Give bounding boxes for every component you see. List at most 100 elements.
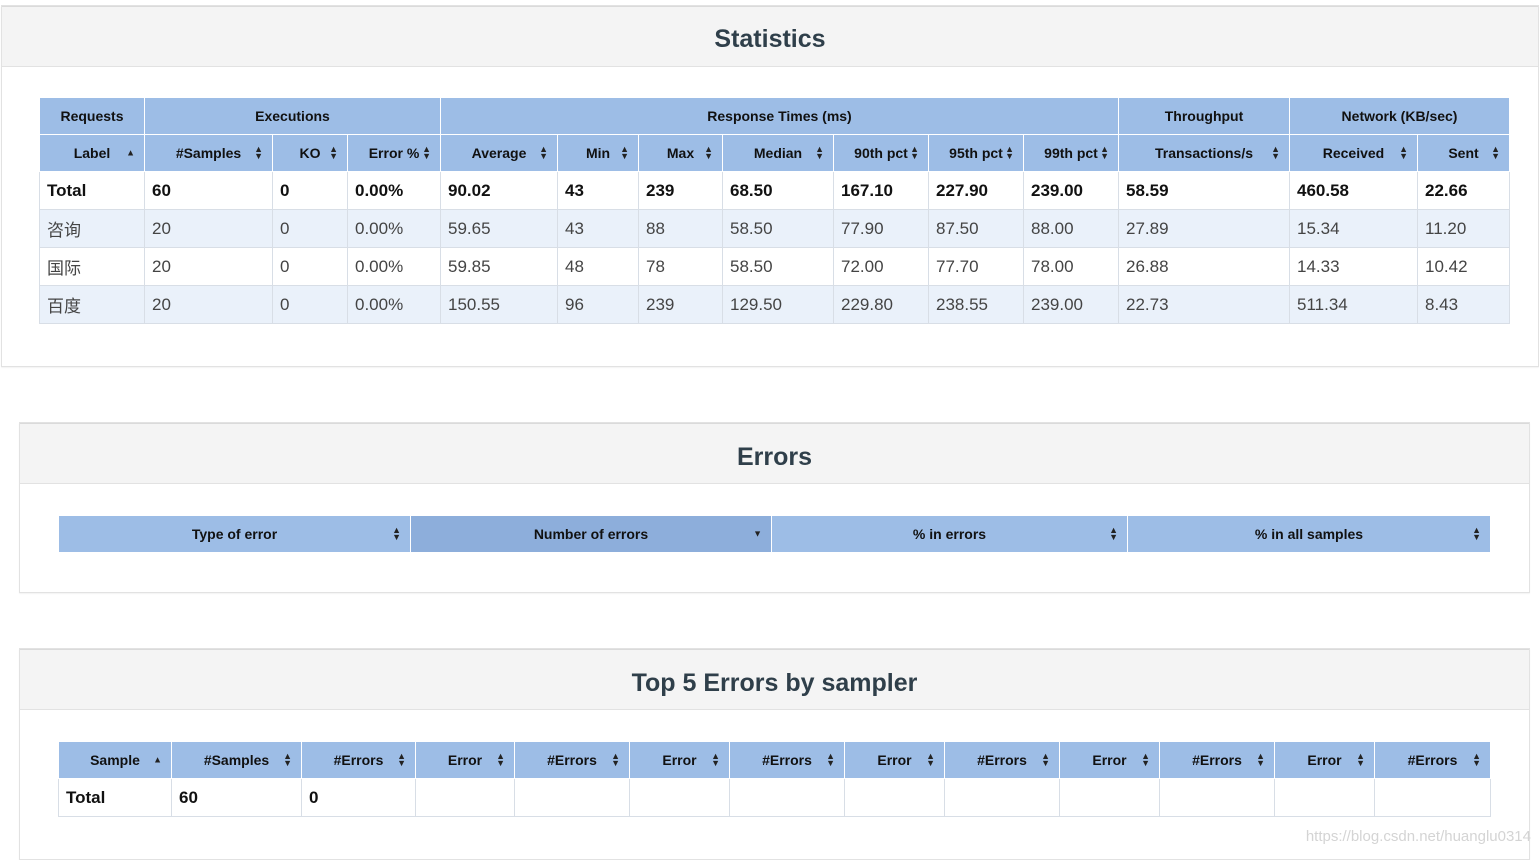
top5-cell [629, 778, 730, 817]
stats-cell: 8.43 [1416, 285, 1511, 324]
stats-cell: 239 [638, 285, 723, 324]
top5-header-error[interactable]: Error ▲ ▼ [1059, 741, 1160, 779]
stats-cell: 咨询 [39, 209, 145, 248]
stats-cell: 10.42 [1416, 247, 1511, 286]
sort-both-icon: ▲ ▼ [392, 525, 401, 542]
stats-cell: 22.73 [1118, 285, 1290, 324]
errors-header-in-all-samples[interactable]: % in all samples ▲ ▼ [1127, 515, 1491, 553]
stats-cell: 87.50 [928, 209, 1024, 248]
stats-header-samples[interactable]: #Samples ▲ ▼ [144, 134, 273, 172]
stats-header-label: Median [753, 145, 803, 161]
stats-header-ko[interactable]: KO ▲ ▼ [272, 134, 348, 172]
stats-header-label: Max [666, 145, 695, 161]
sort-both-icon: ▲ ▼ [1141, 751, 1150, 768]
top5-header-label: Error [447, 752, 483, 768]
top5-header-error[interactable]: Error ▲ ▼ [1274, 741, 1375, 779]
sort-both-icon: ▲ ▼ [620, 144, 629, 161]
stats-header-label[interactable]: Label ▲ [39, 134, 145, 172]
stats-cell: 88 [638, 209, 723, 248]
top5-header-error[interactable]: Error ▲ ▼ [629, 741, 730, 779]
top5-header-sample[interactable]: Sample ▲ [58, 741, 172, 779]
top5-header-error[interactable]: Error ▲ ▼ [415, 741, 515, 779]
stats-cell: 百度 [39, 285, 145, 324]
top5-header-label: Sample [90, 752, 140, 768]
errors-header-in-errors[interactable]: % in errors ▲ ▼ [771, 515, 1128, 553]
stats-cell: 0 [272, 285, 348, 324]
top5-cell [1159, 778, 1275, 817]
top5-cell: 0 [301, 778, 416, 817]
stats-cell: 43 [557, 209, 639, 248]
stats-header-min[interactable]: Min ▲ ▼ [557, 134, 639, 172]
table-row: Total 60 0 [58, 778, 1491, 817]
stats-cell: 511.34 [1289, 285, 1418, 324]
top5-cell [1374, 778, 1491, 817]
sort-both-icon: ▲ ▼ [1005, 144, 1014, 161]
top5-header-label: #Errors [333, 752, 384, 768]
stats-cell: 0.00% [347, 209, 441, 248]
top5-header-label: Error [1092, 752, 1127, 768]
table-row: 国际 20 0 0.00% 59.85 48 78 58.50 72.00 77.70 78.00 2… [39, 247, 1511, 286]
stats-header-95th-pct[interactable]: 95th pct ▲ ▼ [928, 134, 1024, 172]
sort-both-icon: ▲ ▼ [1399, 144, 1408, 161]
errors-header-type-of-error[interactable]: Type of error ▲ ▼ [58, 515, 411, 553]
stats-cell: 59.85 [440, 247, 558, 286]
top5-title: Top 5 Errors by sampler [20, 649, 1529, 710]
top5-header-error[interactable]: Error ▲ ▼ [844, 741, 945, 779]
stats-cell: 239.00 [1023, 285, 1119, 324]
stats-header-max[interactable]: Max ▲ ▼ [638, 134, 723, 172]
stats-cell: 0 [272, 247, 348, 286]
group-requests: Requests [39, 97, 145, 135]
stats-header-sent[interactable]: Sent ▲ ▼ [1416, 134, 1511, 172]
stats-cell: 460.58 [1289, 171, 1418, 210]
stats-header-error[interactable]: Error % ▲ ▼ [347, 134, 441, 172]
top5-header-errors[interactable]: #Errors ▲ ▼ [1374, 741, 1491, 779]
stats-cell: 58.50 [722, 247, 834, 286]
top5-header-label: Error [877, 752, 912, 768]
stats-cell: 60 [144, 171, 273, 210]
stats-header-99th-pct[interactable]: 99th pct ▲ ▼ [1023, 134, 1119, 172]
stats-cell: 72.00 [833, 247, 929, 286]
stats-cell: 78.00 [1023, 247, 1119, 286]
stats-cell: 国际 [39, 247, 145, 286]
stats-header-label: 95th pct [949, 145, 1003, 161]
stats-header-label: Average [471, 145, 527, 161]
stats-header-received[interactable]: Received ▲ ▼ [1289, 134, 1418, 172]
top5-header-errors[interactable]: #Errors ▲ ▼ [1159, 741, 1275, 779]
sort-both-icon: ▲ ▼ [704, 144, 713, 161]
errors-panel: Errors [19, 422, 1530, 593]
group-throughput: Throughput [1118, 97, 1290, 135]
top5-header-errors[interactable]: #Errors ▲ ▼ [301, 741, 416, 779]
sort-both-icon: ▲ ▼ [1472, 525, 1481, 542]
top5-cell: 60 [171, 778, 302, 817]
statistics-title: Statistics [2, 6, 1538, 67]
top5-header-errors[interactable]: #Errors ▲ ▼ [944, 741, 1060, 779]
sort-both-icon: ▲ ▼ [1356, 751, 1365, 768]
stats-cell: 90.02 [440, 171, 558, 210]
sort-desc-icon: ▼ [753, 528, 762, 539]
stats-header-median[interactable]: Median ▲ ▼ [722, 134, 834, 172]
stats-header-label: 99th pct [1044, 145, 1098, 161]
stats-header-average[interactable]: Average ▲ ▼ [440, 134, 558, 172]
top5-header-errors[interactable]: #Errors ▲ ▼ [514, 741, 630, 779]
sort-both-icon: ▲ ▼ [1256, 751, 1265, 768]
sort-both-icon: ▲ ▼ [826, 751, 835, 768]
errors-header-number-of-errors[interactable]: Number of errors ▼ [410, 515, 772, 553]
stats-cell: 150.55 [440, 285, 558, 324]
top5-cell [729, 778, 845, 817]
top5-header-samples[interactable]: #Samples ▲ ▼ [171, 741, 302, 779]
stats-cell: 129.50 [722, 285, 834, 324]
top5-header-errors[interactable]: #Errors ▲ ▼ [729, 741, 845, 779]
statistics-table: Requests Executions Response Times (ms) … [39, 97, 1511, 324]
sort-both-icon: ▲ ▼ [926, 751, 935, 768]
sort-both-icon: ▲ ▼ [711, 751, 720, 768]
stats-header-90th-pct[interactable]: 90th pct ▲ ▼ [833, 134, 929, 172]
stats-cell: 0.00% [347, 171, 441, 210]
top5-cell [1059, 778, 1160, 817]
stats-header-label: 90th pct [854, 145, 908, 161]
top5-header-label: #Errors [547, 752, 597, 768]
stats-header-label: Min [585, 145, 611, 161]
stats-cell: 58.50 [722, 209, 834, 248]
top5-header-label: #Errors [1407, 752, 1458, 768]
sort-both-icon: ▲ ▼ [1109, 525, 1118, 542]
stats-header-transactions-s[interactable]: Transactions/s ▲ ▼ [1118, 134, 1290, 172]
